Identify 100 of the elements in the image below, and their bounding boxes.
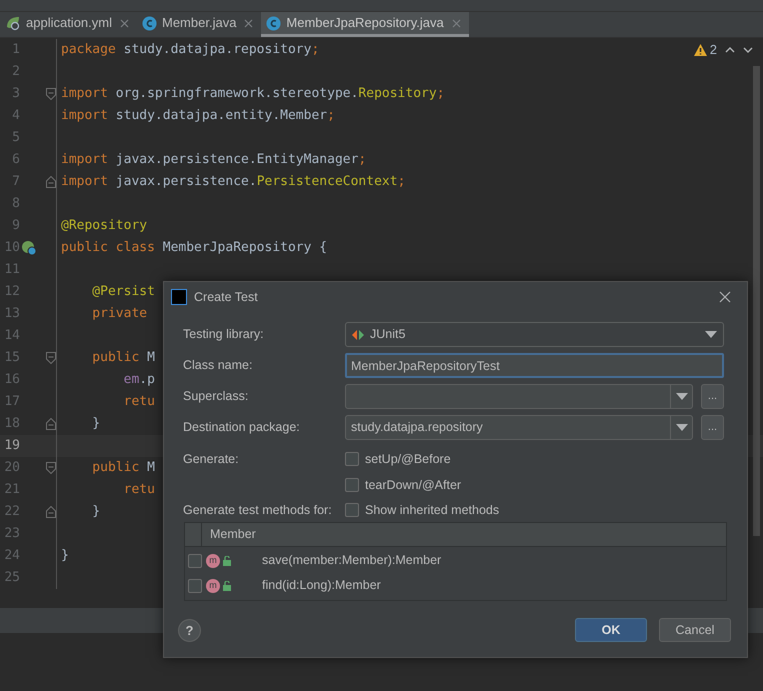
- junit-icon: [352, 330, 364, 340]
- caret-icon: [676, 393, 688, 400]
- app-icon: [171, 289, 187, 305]
- code-line: import javax.persistence.EntityManager;: [61, 151, 366, 170]
- line-number: 11: [3, 261, 20, 280]
- class-icon: [142, 16, 157, 30]
- field-label: Testing library:: [183, 326, 265, 344]
- field-label: Generate test methods for:: [183, 502, 333, 518]
- code-line: @Repository: [61, 217, 148, 236]
- dialog-title: Create Test: [194, 288, 258, 306]
- code-line: public M: [91, 349, 155, 368]
- cancel-button[interactable]: Cancel: [659, 618, 731, 642]
- checkbox[interactable]: [345, 452, 359, 466]
- column-header: Member: [210, 526, 256, 544]
- editor-tab[interactable]: Member.java: [137, 12, 262, 37]
- code-line: }: [61, 547, 69, 566]
- tab-label: Member.java: [162, 14, 236, 32]
- code-line: }: [91, 503, 100, 522]
- code-line: }: [91, 415, 100, 434]
- browse-button[interactable]: ...: [701, 415, 724, 440]
- checkbox[interactable]: [188, 554, 202, 568]
- checkbox[interactable]: [345, 478, 359, 492]
- chevron-down-icon[interactable]: [743, 46, 753, 53]
- caret-icon: [676, 424, 688, 431]
- checkbox[interactable]: [188, 578, 202, 593]
- help-button[interactable]: ?: [178, 618, 201, 642]
- class-icon: [266, 16, 282, 30]
- bean-icon[interactable]: [21, 240, 37, 256]
- line-number: 22: [3, 503, 20, 522]
- code-line: import study.datajpa.entity.Member;: [61, 107, 335, 126]
- leaf-icon: [5, 15, 21, 31]
- field-label: Generate:: [183, 451, 240, 468]
- method-name: find(id:Long):Member: [262, 577, 381, 594]
- line-number: 25: [3, 569, 20, 588]
- ok-button[interactable]: OK: [575, 618, 647, 642]
- code-line: retu: [122, 481, 155, 500]
- checkbox[interactable]: [345, 502, 359, 517]
- fold-icon[interactable]: [46, 88, 56, 100]
- fold-icon[interactable]: [46, 462, 56, 474]
- code-line: public M: [91, 459, 155, 478]
- line-number: 3: [11, 85, 20, 104]
- fold-icon[interactable]: [46, 176, 56, 188]
- code-line: @Persist: [91, 283, 155, 302]
- chevron-up-icon[interactable]: [725, 46, 735, 53]
- line-number: 5: [11, 129, 20, 148]
- close-icon[interactable]: [244, 18, 254, 28]
- method-badge: m: [206, 554, 220, 568]
- code-line: public class MemberJpaRepository {: [61, 239, 328, 258]
- line-number: 1: [11, 41, 20, 60]
- field-label: Destination package:: [183, 419, 301, 436]
- line-number: 7: [11, 173, 20, 192]
- close-icon[interactable]: [120, 18, 129, 28]
- caret-icon: [705, 331, 717, 338]
- class-name-field[interactable]: MemberJpaRepositoryTest: [345, 353, 724, 378]
- line-number: 4: [11, 107, 20, 126]
- line-number: 15: [3, 349, 20, 368]
- code-line: private: [91, 305, 148, 324]
- code-line: package study.datajpa.repository;: [61, 41, 320, 60]
- fold-icon[interactable]: [46, 352, 56, 364]
- checkbox-label[interactable]: setUp/@Before: [365, 450, 451, 469]
- code-line: import javax.persistence.PersistenceContext;: [61, 173, 406, 192]
- line-number: 10: [3, 239, 20, 258]
- code-line: retu: [122, 393, 155, 412]
- fold-icon[interactable]: [46, 418, 56, 430]
- tab-label: application.yml: [26, 14, 112, 32]
- line-number: 8: [11, 195, 20, 214]
- line-number: 13: [3, 305, 20, 324]
- method-row[interactable]: m save(member:Member):Member: [185, 548, 726, 574]
- line-number: 21: [3, 481, 20, 500]
- line-number: 2: [11, 63, 20, 82]
- field-label: Superclass:: [183, 388, 250, 406]
- line-number: 6: [11, 151, 20, 170]
- tab-label: MemberJpaRepository.java: [286, 14, 444, 32]
- code-line: import org.springframework.stereotype.Repository;: [61, 85, 445, 104]
- line-number: 20: [3, 459, 20, 478]
- fold-icon[interactable]: [46, 506, 56, 518]
- editor-tab[interactable]: application.yml: [0, 12, 137, 37]
- line-number: 18: [3, 415, 20, 434]
- checkbox-label[interactable]: Show inherited methods: [365, 500, 500, 520]
- line-number: 9: [11, 217, 20, 236]
- editor-tab[interactable]: MemberJpaRepository.java: [261, 12, 469, 37]
- testing-library-dropdown[interactable]: JUnit5: [345, 322, 724, 347]
- scrollbar[interactable]: [753, 66, 760, 536]
- close-icon[interactable]: [719, 291, 731, 303]
- field-label: Class name:: [183, 357, 254, 374]
- warning-indicator[interactable]: 2: [694, 40, 717, 60]
- method-row[interactable]: m find(id:Long):Member: [185, 573, 726, 598]
- line-number: 14: [3, 327, 20, 346]
- lock-icon: [223, 580, 232, 591]
- browse-button[interactable]: ...: [701, 384, 724, 409]
- line-number: 23: [3, 525, 20, 544]
- method-badge: m: [206, 578, 220, 593]
- method-name: save(member:Member):Member: [262, 552, 442, 570]
- package-combobox[interactable]: study.datajpa.repository: [345, 415, 693, 440]
- line-number: 24: [3, 547, 20, 566]
- line-number: 19: [3, 437, 20, 456]
- line-number: 12: [3, 283, 20, 302]
- checkbox-label[interactable]: tearDown/@After: [365, 476, 462, 494]
- line-number: 17: [3, 393, 20, 412]
- lock-icon: [223, 556, 232, 566]
